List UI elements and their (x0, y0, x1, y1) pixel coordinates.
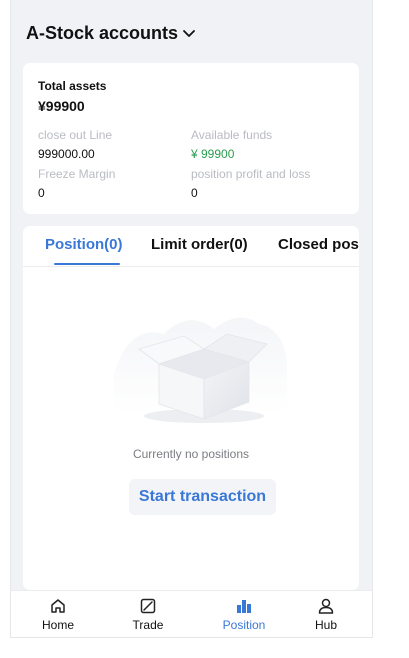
nav-position[interactable]: Position (214, 597, 274, 632)
available-funds-value: ¥ 99900 (191, 147, 235, 161)
position-profit-loss: position profit and loss 0 (191, 167, 310, 200)
positions-panel: Position(0) Limit order(0) Closed positi… (23, 226, 359, 590)
total-assets-value: ¥99900 (38, 98, 85, 114)
start-transaction-button[interactable]: Start transaction (129, 479, 276, 515)
close-out-line-label: close out Line (38, 128, 113, 142)
user-icon (318, 598, 334, 614)
total-assets-label: Total assets (38, 79, 107, 93)
nav-position-label: Position (222, 618, 266, 632)
position-pl-value: 0 (191, 186, 198, 200)
freeze-margin: Freeze Margin 0 (38, 167, 115, 200)
chevron-down-icon (183, 29, 195, 37)
position-icon (237, 600, 251, 613)
tab-bar: Position(0) Limit order(0) Closed positi… (23, 226, 359, 267)
available-funds-label: Available funds (191, 128, 273, 142)
tab-position[interactable]: Position(0) (45, 236, 123, 253)
trade-icon (140, 598, 156, 614)
tab-closed-position[interactable]: Closed position (278, 236, 359, 253)
empty-state-message: Currently no positions (132, 447, 250, 461)
nav-hub[interactable]: Hub (296, 597, 356, 632)
freeze-margin-value: 0 (38, 186, 45, 200)
position-pl-label: position profit and loss (191, 167, 311, 181)
freeze-margin-label: Freeze Margin (38, 167, 116, 181)
available-funds: Available funds ¥ 99900 (191, 128, 272, 161)
bottom-navigation: Home Trade Position Hub (11, 590, 372, 637)
tab-limit-order[interactable]: Limit order(0) (151, 236, 248, 253)
nav-home[interactable]: Home (28, 597, 88, 632)
nav-trade[interactable]: Trade (118, 597, 178, 632)
nav-trade-label: Trade (132, 618, 164, 632)
account-title: A-Stock accounts (26, 23, 179, 43)
close-out-line-value: 999000.00 (38, 147, 95, 161)
nav-hub-label: Hub (314, 618, 337, 632)
app-container: A-Stock accounts Total assets ¥99900 clo… (10, 0, 373, 638)
empty-box-illustration (114, 317, 287, 423)
home-icon (51, 599, 65, 613)
account-selector[interactable]: A-Stock accounts (26, 23, 196, 44)
active-tab-indicator (54, 263, 120, 265)
nav-home-label: Home (41, 618, 74, 632)
assets-card: Total assets ¥99900 close out Line 99900… (23, 63, 359, 214)
close-out-line: close out Line 999000.00 (38, 128, 112, 161)
